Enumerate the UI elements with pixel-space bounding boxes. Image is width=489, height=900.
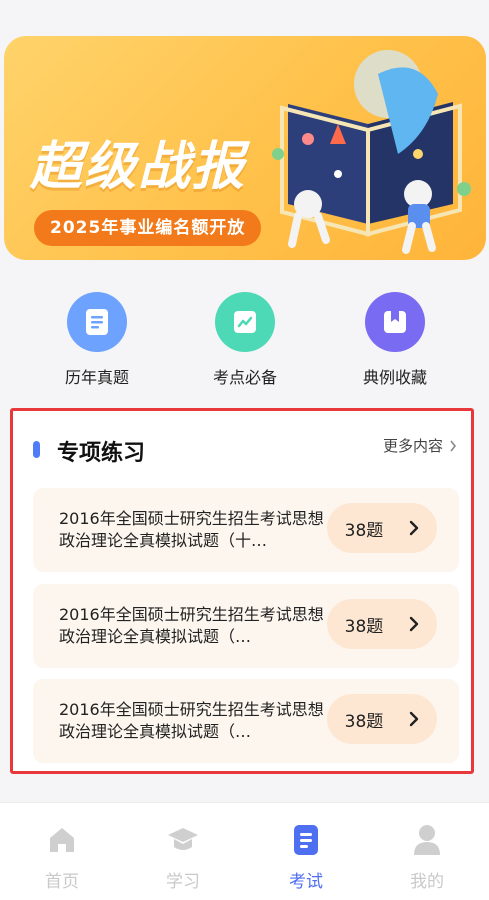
chart-icon (215, 292, 275, 352)
chevron-right-icon (410, 520, 419, 536)
quick-link-label: 历年真题 (64, 368, 129, 387)
banner-pill: 2025年事业编名额开放 (34, 210, 262, 246)
more-content-label: 更多内容 (382, 437, 443, 455)
practice-card[interactable]: 2016年全国硕士研究生招生考试思想政治理论全真模拟试题（… 38题 (33, 584, 459, 668)
tab-profile[interactable]: 我的 (387, 823, 467, 892)
practice-title: 2016年全国硕士研究生招生考试思想政治理论全真模拟试题（… (59, 605, 324, 646)
question-count: 38题 (344, 520, 384, 541)
quick-link-past-exams[interactable]: 历年真题 (47, 292, 147, 388)
chevron-right-icon (410, 711, 419, 727)
promo-banner[interactable]: 超级战报 2025年事业编名额开放 (4, 36, 486, 260)
book-astronaut-illustration-icon (272, 50, 471, 254)
tab-label: 学习 (166, 872, 200, 892)
tab-study[interactable]: 学习 (143, 823, 223, 892)
question-count: 38题 (344, 711, 384, 732)
more-content-link[interactable]: 更多内容 (383, 435, 457, 456)
graduation-cap-icon (143, 823, 223, 857)
practice-start-button[interactable]: 38题 (327, 599, 437, 649)
quick-link-label: 考点必备 (212, 368, 277, 387)
question-count: 38题 (344, 616, 384, 637)
tab-label: 考试 (289, 872, 323, 892)
tab-exam[interactable]: 考试 (266, 823, 346, 892)
practice-title: 2016年全国硕士研究生招生考试思想政治理论全真模拟试题（… (59, 700, 324, 741)
document-icon (67, 292, 127, 352)
home-icon (22, 823, 102, 857)
chevron-right-icon (410, 616, 419, 632)
practice-card[interactable]: 2016年全国硕士研究生招生考试思想政治理论全真模拟试题（十… 38题 (33, 488, 459, 572)
tab-label: 我的 (410, 872, 444, 892)
section-title: 专项练习 (57, 441, 146, 466)
chevron-right-icon (450, 440, 457, 451)
user-icon (387, 823, 467, 857)
practice-title: 2016年全国硕士研究生招生考试思想政治理论全真模拟试题（十… (59, 509, 324, 550)
practice-start-button[interactable]: 38题 (327, 503, 437, 553)
section-accent-bar (33, 441, 40, 458)
quick-links: 历年真题 考点必备 典例收藏 (0, 292, 489, 392)
quick-link-label: 典例收藏 (362, 368, 427, 387)
quick-link-key-points[interactable]: 考点必备 (195, 292, 295, 388)
exam-paper-icon (266, 823, 346, 857)
bottom-tab-bar: 首页 学习 考试 我的 (0, 802, 489, 900)
tab-home[interactable]: 首页 (22, 823, 102, 892)
quick-link-favorites[interactable]: 典例收藏 (345, 292, 445, 388)
practice-card[interactable]: 2016年全国硕士研究生招生考试思想政治理论全真模拟试题（… 38题 (33, 679, 459, 763)
practice-start-button[interactable]: 38题 (327, 694, 437, 744)
special-practice-section: 专项练习 更多内容 2016年全国硕士研究生招生考试思想政治理论全真模拟试题（十… (10, 408, 474, 774)
tab-label: 首页 (45, 872, 79, 892)
banner-title: 超级战报 (30, 137, 247, 197)
bookmark-icon (365, 292, 425, 352)
